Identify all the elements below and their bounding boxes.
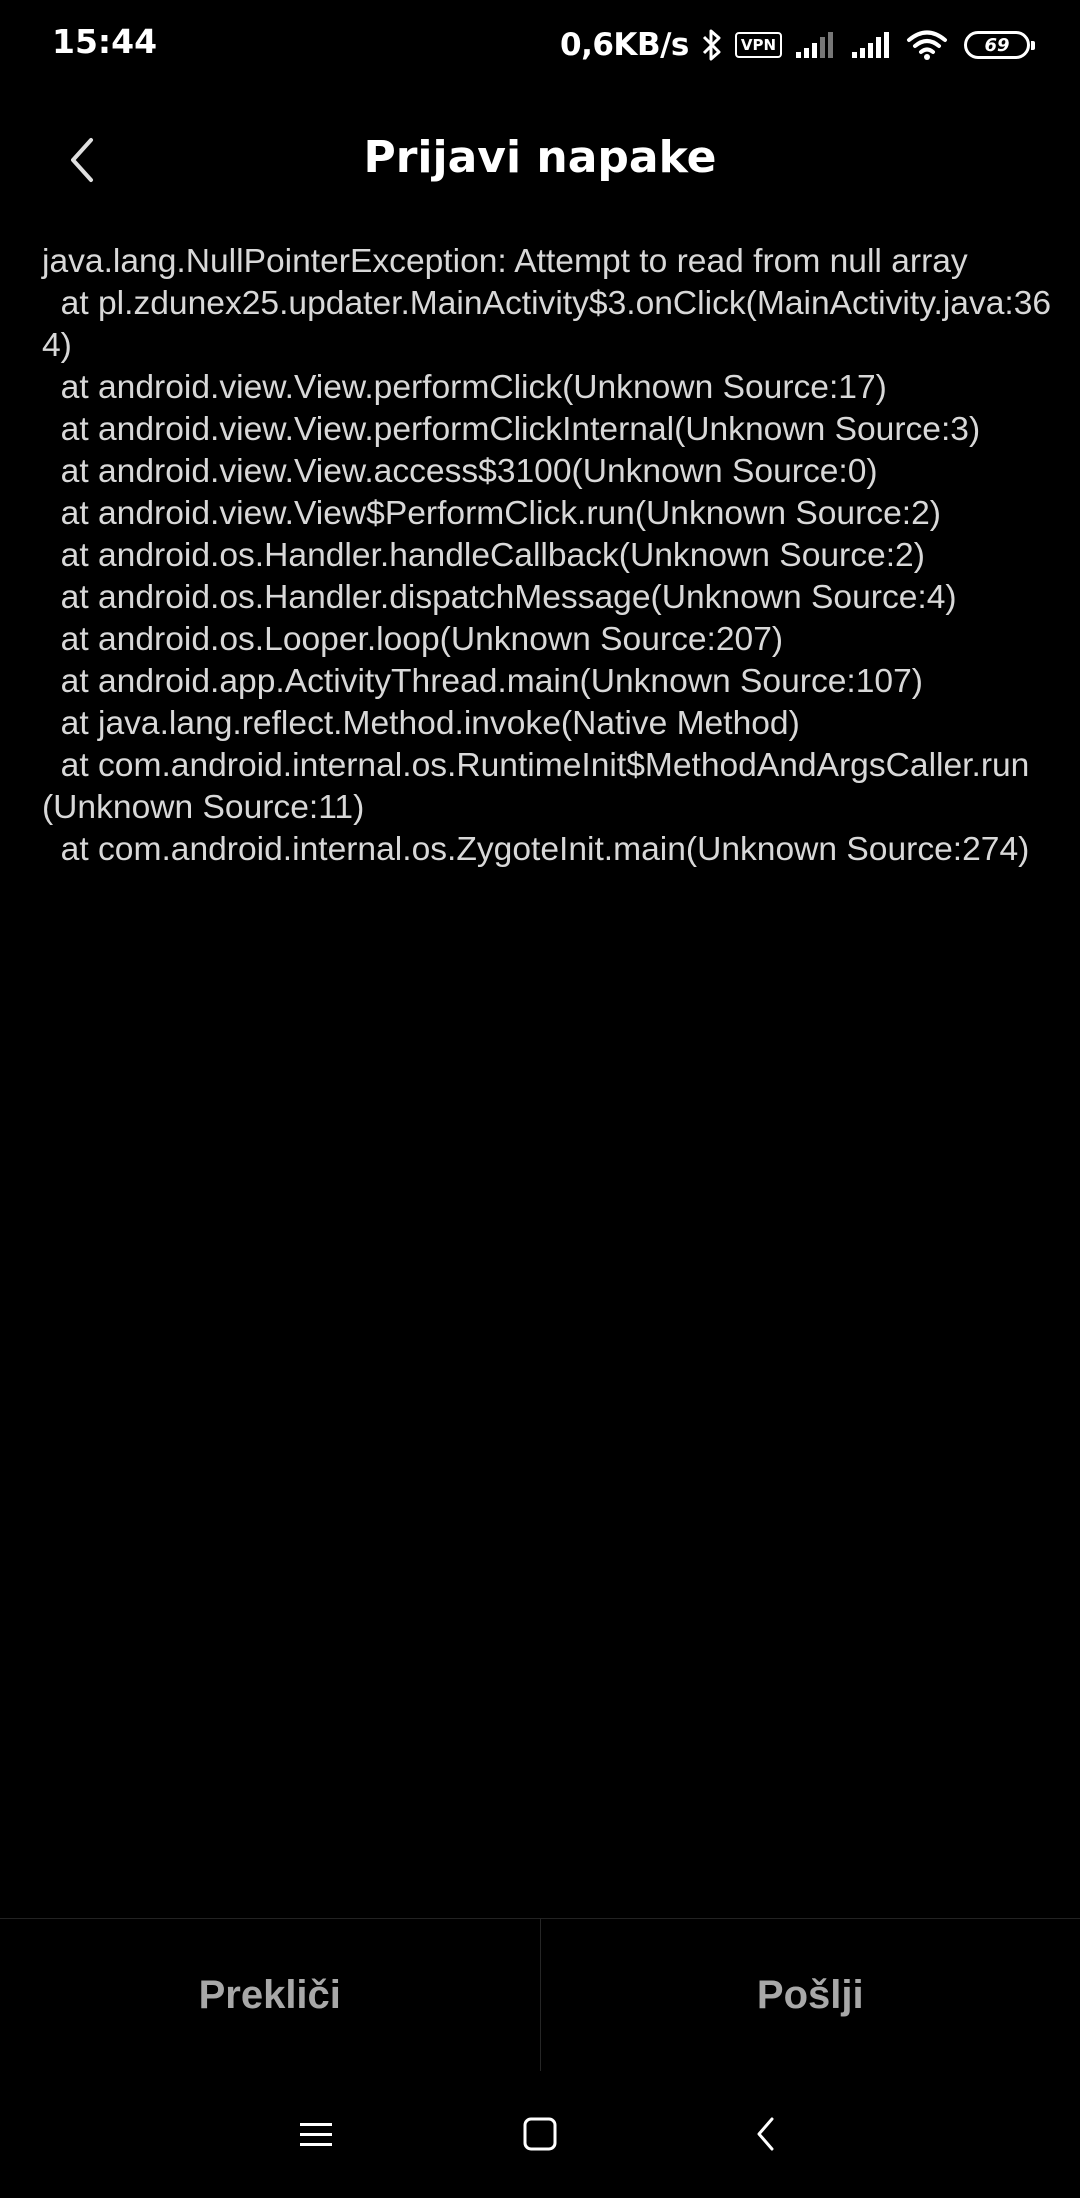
status-icons: 0,6KB/s VPN 69 xyxy=(560,22,1035,68)
signal-icon xyxy=(796,32,833,58)
menu-icon xyxy=(300,2123,332,2146)
signal-icon xyxy=(852,32,889,58)
vpn-icon: VPN xyxy=(734,32,782,58)
cancel-button[interactable]: Prekliči xyxy=(0,1919,540,2071)
send-button[interactable]: Pošlji xyxy=(541,1919,1080,2071)
battery-level: 69 xyxy=(984,34,1010,56)
app-header: Prijavi napake xyxy=(0,110,1080,210)
home-icon xyxy=(523,2117,557,2151)
battery-icon: 69 xyxy=(964,31,1035,59)
back-icon xyxy=(757,2117,774,2151)
action-bar: Prekliči Pošlji xyxy=(0,1918,1080,2071)
status-bar: 15:44 0,6KB/s VPN 69 xyxy=(0,0,1080,90)
network-speed: 0,6KB/s xyxy=(560,27,689,63)
error-stack-trace: java.lang.NullPointerException: Attempt … xyxy=(42,243,1052,868)
navigation-bar xyxy=(0,2080,1080,2188)
page-title: Prijavi napake xyxy=(363,132,717,183)
wifi-icon xyxy=(907,30,947,60)
bluetooth-icon xyxy=(702,29,721,61)
menu-button[interactable] xyxy=(286,2104,346,2164)
status-time: 15:44 xyxy=(52,22,158,61)
home-button[interactable] xyxy=(510,2104,570,2164)
nav-back-button[interactable] xyxy=(736,2104,796,2164)
